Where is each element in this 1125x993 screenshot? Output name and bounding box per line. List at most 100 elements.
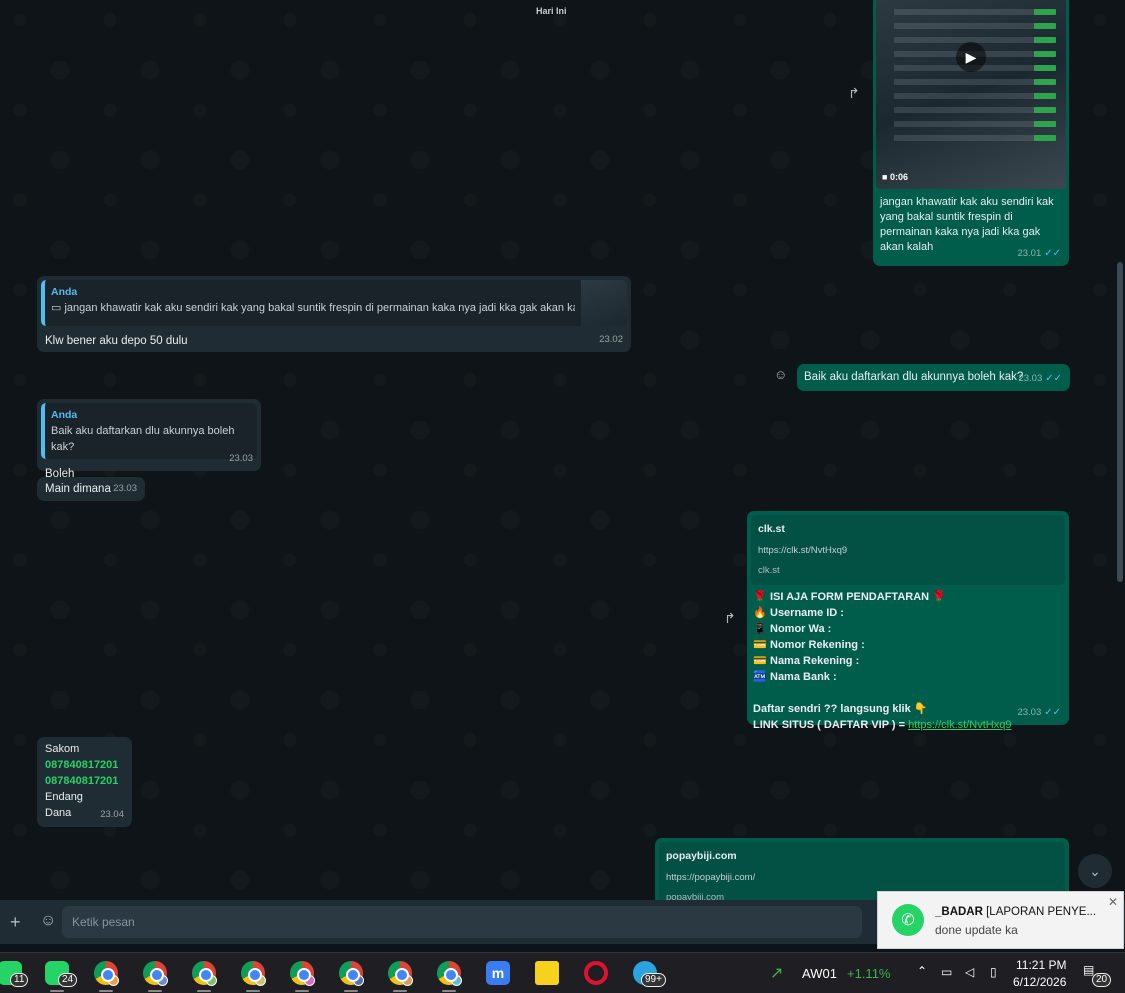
chevron-down-icon: ⌄: [1089, 862, 1101, 879]
chrome-icon[interactable]: [339, 961, 364, 986]
chat-panel: Hari Ini ▶ ■ 0:06 jangan khawatir kak ak…: [0, 0, 1125, 900]
message-line: Endang: [45, 791, 83, 803]
attach-plus-icon[interactable]: +: [10, 912, 21, 933]
network-icon[interactable]: ▭: [941, 965, 952, 979]
sticker-icon[interactable]: ☺: [40, 912, 56, 930]
message-time: 23.03 ✓✓: [1017, 707, 1061, 718]
stock-name[interactable]: AW01: [802, 966, 837, 981]
chrome-icon[interactable]: [241, 961, 266, 986]
whatsapp-icon: ✆: [892, 904, 924, 936]
fire-icon: 🔥: [753, 607, 767, 619]
volume-icon[interactable]: ◁: [965, 965, 974, 979]
read-ticks-icon: ✓✓: [1045, 373, 1062, 384]
quote-text: Baik aku daftarkan dlu akunnya boleh kak…: [51, 425, 235, 453]
card-icon: 💳: [753, 639, 767, 651]
registration-form-message[interactable]: clk.st https://clk.st/NvtHxq9 clk.st 🌹 IS…: [747, 511, 1069, 731]
incoming-message[interactable]: Sakom 087840817201 087840817201 Endang D…: [37, 737, 132, 827]
message-time: 23.03: [229, 453, 253, 464]
video-camera-icon: ■: [882, 172, 888, 182]
quoted-message[interactable]: Anda ▭ jangan khawatir kak aku sendiri k…: [41, 280, 627, 326]
outgoing-message[interactable]: Baik aku daftarkan dlu akunnya boleh kak…: [797, 364, 1070, 391]
link-preview-title: clk.st: [758, 523, 785, 535]
video-icon: ▭: [51, 302, 62, 314]
toast-body: done update ka: [935, 923, 1018, 937]
rose-icon: 🌹: [932, 591, 946, 603]
quote-author: Anda: [51, 409, 78, 421]
message-text: Baik aku daftarkan dlu akunnya boleh kak…: [804, 371, 1024, 383]
unread-badge: 99+: [641, 973, 666, 987]
active-indicator: [344, 990, 358, 992]
read-ticks-icon: ✓✓: [1044, 248, 1061, 259]
message-text: Klw bener aku depo 50 dulu: [45, 335, 188, 347]
chrome-icon[interactable]: [388, 961, 413, 986]
reply-message[interactable]: Anda Baik aku daftarkan dlu akunnya bole…: [37, 399, 261, 480]
video-message[interactable]: ▶ ■ 0:06 jangan khawatir kak aku sendiri…: [873, 0, 1069, 266]
phone-number[interactable]: 087840817201: [45, 773, 124, 789]
form-line: 🏧 Nama Bank :: [753, 671, 837, 683]
play-icon[interactable]: ▶: [956, 42, 986, 72]
emoji-react-icon[interactable]: ☺: [774, 367, 787, 382]
reply-message[interactable]: Anda ▭ jangan khawatir kak aku sendiri k…: [37, 276, 631, 352]
message-time: 23.01 ✓✓: [1017, 248, 1061, 259]
toast-title: _BADAR [LAPORAN PENYE...: [935, 906, 1097, 918]
forward-icon[interactable]: ↱: [848, 85, 860, 102]
unread-badge: 24: [58, 973, 78, 987]
message-time: 23.03: [113, 483, 137, 494]
incoming-message[interactable]: Main dimana 23.03: [37, 477, 145, 501]
card-icon: 💳: [753, 655, 767, 667]
clock-time[interactable]: 11:21 PM: [1016, 958, 1066, 972]
video-duration: ■ 0:06: [882, 172, 908, 182]
active-indicator: [295, 990, 309, 992]
link-preview-url: https://popaybiji.com/: [666, 872, 756, 883]
link-preview-domain: clk.st: [758, 565, 780, 576]
form-line: 📱 Nomor Wa :: [753, 623, 832, 635]
scroll-down-button[interactable]: ⌄: [1078, 854, 1112, 888]
stock-change[interactable]: +1.11%: [847, 966, 891, 981]
clock-date[interactable]: 6/12/2026: [1013, 975, 1066, 989]
chrome-icon[interactable]: [192, 961, 217, 986]
phone-icon: 📱: [753, 623, 767, 635]
atm-icon: 🏧: [753, 671, 767, 683]
video-caption-line: jangan khawatir kak aku sendiri kak: [880, 196, 1054, 208]
opera-icon[interactable]: [584, 961, 608, 985]
quote-thumbnail: [581, 280, 627, 326]
video-caption-line: permainan kaka nya jadi kka gak: [880, 226, 1041, 238]
date-label: Hari Ini: [536, 6, 567, 16]
app-m-icon[interactable]: m: [486, 961, 510, 985]
battery-icon[interactable]: ▯: [990, 965, 997, 979]
taskbar: 11 24 m 99+ ↗ AW01 +1.11% ⌃ ▭ ◁ ▯ 11:21 …: [0, 952, 1125, 993]
message-line: Sakom: [45, 743, 80, 755]
message-text: Main dimana: [45, 483, 111, 495]
notification-toast[interactable]: ✆ _BADAR [LAPORAN PENYE... done update k…: [877, 891, 1124, 949]
form-line: 💳 Nomor Rekening :: [753, 639, 865, 651]
link-preview[interactable]: clk.st https://clk.st/NvtHxq9 clk.st: [751, 515, 1065, 585]
chrome-icon[interactable]: [94, 961, 119, 986]
scrollbar[interactable]: [1117, 262, 1123, 582]
form-line: 💳 Nama Rekening :: [753, 655, 860, 667]
notification-count: 20: [1092, 973, 1112, 987]
quote-text: jangan khawatir kak aku sendiri kak yang…: [64, 302, 575, 314]
sticky-notes-icon[interactable]: [535, 961, 559, 985]
register-link[interactable]: https://clk.st/NvtHxq9: [908, 719, 1011, 731]
unread-badge: 11: [10, 973, 29, 987]
close-icon[interactable]: ✕: [1108, 895, 1118, 909]
chrome-icon[interactable]: [143, 961, 168, 986]
forward-icon[interactable]: ↱: [724, 610, 736, 627]
phone-number[interactable]: 087840817201: [45, 757, 124, 773]
message-input[interactable]: Ketik pesan: [62, 906, 862, 938]
form-line: 🌹 ISI AJA FORM PENDAFTARAN 🌹: [753, 591, 946, 603]
quoted-message[interactable]: Anda Baik aku daftarkan dlu akunnya bole…: [41, 403, 257, 459]
active-indicator: [442, 990, 456, 992]
message-time: 23.02: [599, 334, 623, 345]
video-caption-line: yang bakal suntik frespin di: [880, 211, 1013, 223]
link-preview-url: https://clk.st/NvtHxq9: [758, 545, 848, 556]
video-thumbnail[interactable]: ▶ ■ 0:06: [876, 0, 1066, 189]
active-indicator: [246, 990, 260, 992]
chrome-icon[interactable]: [290, 961, 315, 986]
chevron-up-icon[interactable]: ⌃: [917, 964, 927, 978]
form-line: 🔥 Username ID :: [753, 607, 844, 619]
link-preview-title: popaybiji.com: [666, 850, 737, 862]
message-time: 23.04: [100, 809, 124, 820]
chrome-icon[interactable]: [437, 961, 462, 986]
active-indicator: [197, 990, 211, 992]
